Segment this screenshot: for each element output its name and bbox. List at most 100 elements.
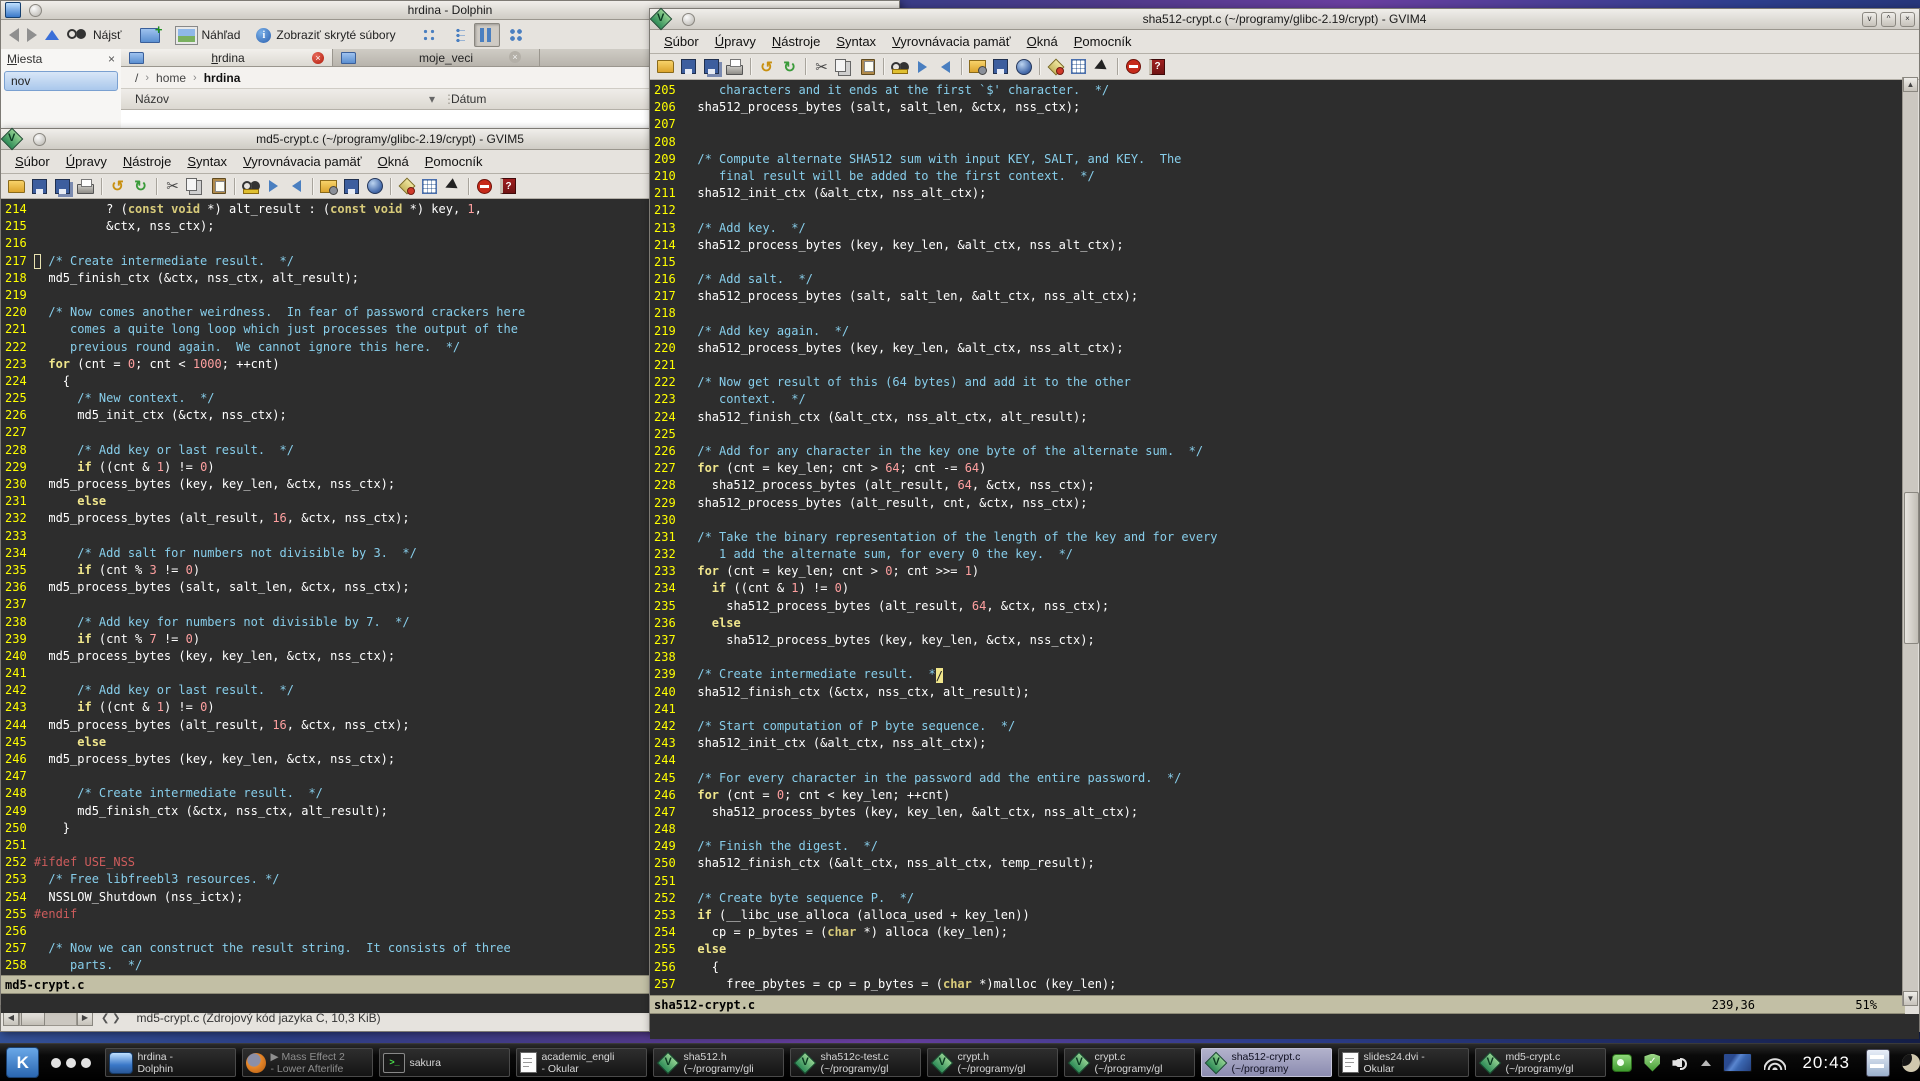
details-view-button[interactable] (445, 23, 471, 47)
paste-icon[interactable] (856, 56, 879, 77)
menu-okn-[interactable]: Okná (370, 152, 417, 171)
maximize-button[interactable]: ^ (1881, 12, 1896, 27)
tab-hrdina[interactable]: hrdina × (121, 49, 333, 66)
redo-icon[interactable]: ↻ (129, 176, 152, 197)
sticky-button[interactable] (682, 13, 695, 26)
pager-dots[interactable] (51, 1058, 91, 1068)
vertical-scrollbar[interactable]: ▲ ▼ (1902, 77, 1918, 1006)
column-name[interactable]: Názov (135, 92, 169, 106)
volume-icon[interactable] (1672, 1055, 1689, 1070)
arrow-up-icon[interactable] (1701, 1060, 1711, 1066)
menu-syntax[interactable]: Syntax (828, 32, 884, 51)
menu-pomocn-k[interactable]: Pomocník (417, 152, 491, 171)
find-next-icon[interactable] (262, 176, 285, 197)
load-session-icon[interactable] (966, 56, 989, 77)
task-button-sha512-crypt.c[interactable]: sha512-crypt.c(~/programy (1201, 1048, 1332, 1077)
menu-n-stroje[interactable]: Nástroje (115, 152, 179, 171)
compile-error-icon[interactable] (1122, 56, 1145, 77)
menu-syntax[interactable]: Syntax (179, 152, 235, 171)
scroll-up-icon[interactable]: ▲ (1903, 77, 1918, 92)
paste-icon[interactable] (207, 176, 230, 197)
build-tags-icon[interactable] (418, 176, 441, 197)
find-button[interactable]: Nájsť (67, 28, 122, 42)
print-icon[interactable] (74, 176, 97, 197)
undo-icon[interactable]: ↺ (106, 176, 129, 197)
menu-pomocn-k[interactable]: Pomocník (1066, 32, 1140, 51)
make-icon[interactable] (1044, 56, 1067, 77)
redo-icon[interactable]: ↻ (778, 56, 801, 77)
pager-buttons[interactable]: ❮ ❯ (101, 1013, 121, 1024)
menu-vyrovn-vacia-pam-[interactable]: Vyrovnávacia pamäť (235, 152, 370, 171)
wifi-icon[interactable] (1764, 1055, 1786, 1070)
undo-icon[interactable]: ↺ (755, 56, 778, 77)
task-button-slides24.dvi--[interactable]: slides24.dvi -Okular (1338, 1048, 1469, 1077)
open-icon[interactable] (654, 56, 677, 77)
sticky-button[interactable] (33, 133, 46, 146)
moon-icon[interactable] (1902, 1054, 1920, 1072)
scroll-down-icon[interactable]: ▼ (1903, 991, 1918, 1006)
place-item-nov[interactable]: nov (4, 71, 118, 91)
minimize-button[interactable]: v (1862, 12, 1877, 27)
menu--pravy[interactable]: Úpravy (707, 32, 764, 51)
print-icon[interactable] (723, 56, 746, 77)
task-button-sha512.h[interactable]: sha512.h(~/programy/gli (653, 1048, 784, 1077)
scrollbar-thumb[interactable] (1904, 492, 1919, 644)
tab-close-icon[interactable]: × (312, 52, 324, 64)
copy-icon[interactable] (184, 176, 207, 197)
jump-tag-icon[interactable] (441, 176, 464, 197)
help-icon[interactable] (1145, 56, 1168, 77)
column-date[interactable]: Dátum (451, 92, 486, 106)
jump-tag-icon[interactable] (1090, 56, 1113, 77)
menu-n-stroje[interactable]: Nástroje (764, 32, 828, 51)
messenger-icon[interactable] (1612, 1054, 1632, 1072)
clock[interactable]: 20:43 (1802, 1053, 1850, 1073)
preview-view-button[interactable] (503, 23, 529, 47)
gvim-sha512-titlebar[interactable]: sha512-crypt.c (~/programy/glibc-2.19/cr… (650, 9, 1919, 30)
run-script-icon[interactable] (363, 176, 386, 197)
tabbar-close-icon[interactable]: × (509, 51, 521, 63)
find-replace-icon[interactable] (239, 176, 262, 197)
monitor-icon[interactable] (1723, 1053, 1752, 1072)
preview-button[interactable]: Náhľad (176, 27, 241, 44)
cut-icon[interactable]: ✂ (161, 176, 184, 197)
run-script-icon[interactable] (1012, 56, 1035, 77)
icons-view-button[interactable] (416, 23, 442, 47)
breadcrumb-home[interactable]: home (156, 71, 186, 85)
find-prev-icon[interactable] (285, 176, 308, 197)
k-menu-button[interactable]: K (6, 1047, 39, 1078)
task-button-crypt.c[interactable]: crypt.c(~/programy/gl (1064, 1048, 1195, 1077)
menu-s-bor[interactable]: Súbor (656, 32, 707, 51)
scrollbar-thumb[interactable] (21, 1012, 45, 1026)
save-all-icon[interactable] (700, 56, 723, 77)
cut-icon[interactable]: ✂ (810, 56, 833, 77)
compile-error-icon[interactable] (473, 176, 496, 197)
task-button-academic_engli[interactable]: academic_engli- Okular (516, 1048, 647, 1077)
load-session-icon[interactable] (317, 176, 340, 197)
menu--pravy[interactable]: Úpravy (58, 152, 115, 171)
find-replace-icon[interactable] (888, 56, 911, 77)
menu-vyrovn-vacia-pam-[interactable]: Vyrovnávacia pamäť (884, 32, 1019, 51)
device-notifier-icon[interactable] (1866, 1049, 1890, 1077)
forward-icon[interactable] (27, 28, 37, 42)
show-hidden-button[interactable]: i Zobraziť skryté súbory (256, 28, 395, 43)
build-tags-icon[interactable] (1067, 56, 1090, 77)
sha512-code-area[interactable]: 205 characters and it ends at the first … (650, 80, 1905, 995)
save-session-icon[interactable] (989, 56, 1012, 77)
new-folder-icon[interactable] (140, 28, 160, 43)
columns-view-button[interactable] (474, 23, 500, 47)
places-close-icon[interactable]: × (108, 52, 115, 66)
open-icon[interactable] (5, 176, 28, 197)
breadcrumb-hrdina[interactable]: hrdina (204, 71, 241, 85)
find-prev-icon[interactable] (934, 56, 957, 77)
save-all-icon[interactable] (51, 176, 74, 197)
sticky-button[interactable] (29, 4, 42, 17)
sort-arrow-icon[interactable]: ▾ (429, 92, 435, 106)
menu-s-bor[interactable]: Súbor (7, 152, 58, 171)
task-button-crypt.h[interactable]: crypt.h(~/programy/gl (927, 1048, 1058, 1077)
save-icon[interactable] (28, 176, 51, 197)
breadcrumb-root[interactable]: / (135, 71, 138, 85)
copy-icon[interactable] (833, 56, 856, 77)
task-button-hrdina--[interactable]: hrdina -Dolphin (105, 1048, 236, 1077)
task-button--mass-effect-2[interactable]: ▶ Mass Effect 2- Lower Afterlife (242, 1048, 373, 1077)
task-button-md5-crypt.c[interactable]: md5-crypt.c(~/programy/gl (1475, 1048, 1606, 1077)
